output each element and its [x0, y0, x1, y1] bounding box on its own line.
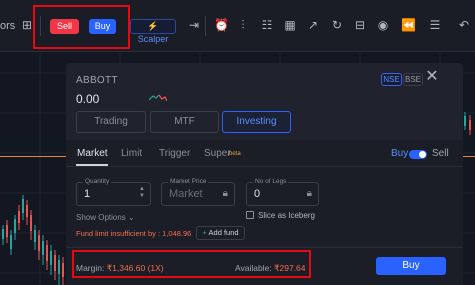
- market-price-field[interactable]: Market Price Market 🔒︎: [161, 178, 235, 206]
- external-link-icon[interactable]: ↗: [306, 18, 320, 32]
- menu-icon[interactable]: ☰: [428, 18, 442, 32]
- chevron-down-icon: ⌄: [128, 213, 135, 222]
- templates-icon[interactable]: ☷: [260, 18, 274, 32]
- tab-trigger[interactable]: Trigger: [159, 148, 190, 159]
- layout-icon[interactable]: ⊟: [353, 18, 367, 32]
- legs-value: 0: [254, 188, 261, 200]
- scalper-button[interactable]: ⚡ Scalper: [130, 19, 176, 44]
- product-trading[interactable]: Trading: [76, 111, 146, 133]
- scalper-label: Scalper: [137, 34, 169, 44]
- scalper-icon: ⚡: [147, 21, 159, 31]
- side-sell-label[interactable]: Sell: [432, 148, 449, 159]
- highlight-box: [72, 250, 311, 278]
- footer-divider: [66, 247, 463, 248]
- legs-label: No of Legs: [253, 178, 289, 185]
- refresh-icon[interactable]: ↻: [330, 18, 344, 32]
- tab-market[interactable]: Market: [77, 148, 108, 159]
- lock-icon: 🔒︎: [222, 188, 228, 199]
- legs-field[interactable]: No of Legs 0 🔒︎: [246, 178, 319, 206]
- quantity-label: Quantity: [83, 178, 112, 185]
- add-fund-button[interactable]: + Add fund: [196, 226, 245, 240]
- indicators-icon[interactable]: ⫶: [236, 18, 250, 32]
- slice-checkbox[interactable]: [246, 211, 254, 219]
- show-options-label: Show Options: [76, 213, 126, 222]
- exchange-nse[interactable]: NSE: [381, 73, 402, 86]
- last-price: 0.00: [76, 92, 100, 106]
- show-options-toggle[interactable]: Show Options ⌄: [76, 213, 135, 222]
- broadcast-icon[interactable]: ◉: [376, 18, 390, 32]
- toolbar-divider: [205, 16, 206, 36]
- place-buy-button[interactable]: Buy: [376, 257, 446, 275]
- fund-warning: Fund limit insufficient by : 1,048.96: [76, 229, 192, 238]
- chart-type-icon[interactable]: ▦: [283, 18, 297, 32]
- market-price-placeholder: Market: [169, 188, 203, 200]
- sparkline-icon: [149, 94, 167, 102]
- tab-divider: [66, 166, 463, 167]
- quantity-stepper[interactable]: Quantity 1 ▲ ▼: [76, 178, 151, 206]
- plus-icon: +: [202, 228, 207, 237]
- undo-icon[interactable]: ↶: [457, 18, 471, 32]
- tab-super[interactable]: Super: [204, 148, 231, 159]
- candlesticks-right: [464, 112, 471, 135]
- add-fund-label: Add fund: [208, 228, 239, 237]
- close-icon[interactable]: ✕: [425, 69, 439, 85]
- rewind-icon[interactable]: ⏪: [401, 18, 416, 32]
- lock-icon: 🔒︎: [306, 188, 312, 199]
- trading-screen: ors ⊞ Sell Buy ⚡ Scalper ⇥ ⏰ ⫶ ☷ ▦ ↗ ↻ ⊟…: [0, 0, 475, 285]
- tab-limit[interactable]: Limit: [121, 148, 142, 159]
- product-mtf[interactable]: MTF: [150, 111, 219, 133]
- market-price-label: Market Price: [168, 178, 209, 185]
- candlesticks: [2, 195, 64, 285]
- exchange-bse[interactable]: BSE: [403, 73, 423, 86]
- slice-label[interactable]: Slice as Iceberg: [258, 211, 315, 220]
- stepper-arrows-icon[interactable]: ▲ ▼: [139, 186, 145, 200]
- symbol-name: ABBOTT: [76, 75, 118, 86]
- side-buy-label[interactable]: Buy: [391, 148, 408, 159]
- product-investing[interactable]: Investing: [222, 111, 291, 133]
- highlight-box: [33, 5, 130, 49]
- grid-icon[interactable]: ⊞: [20, 18, 34, 32]
- exit-icon[interactable]: ⇥: [187, 18, 201, 32]
- side-toggle[interactable]: [409, 150, 427, 159]
- alarm-icon[interactable]: ⏰: [214, 18, 229, 32]
- quantity-value[interactable]: 1: [84, 188, 90, 200]
- toolbar-left-label[interactable]: ors: [0, 20, 15, 32]
- beta-badge: beta: [229, 151, 241, 157]
